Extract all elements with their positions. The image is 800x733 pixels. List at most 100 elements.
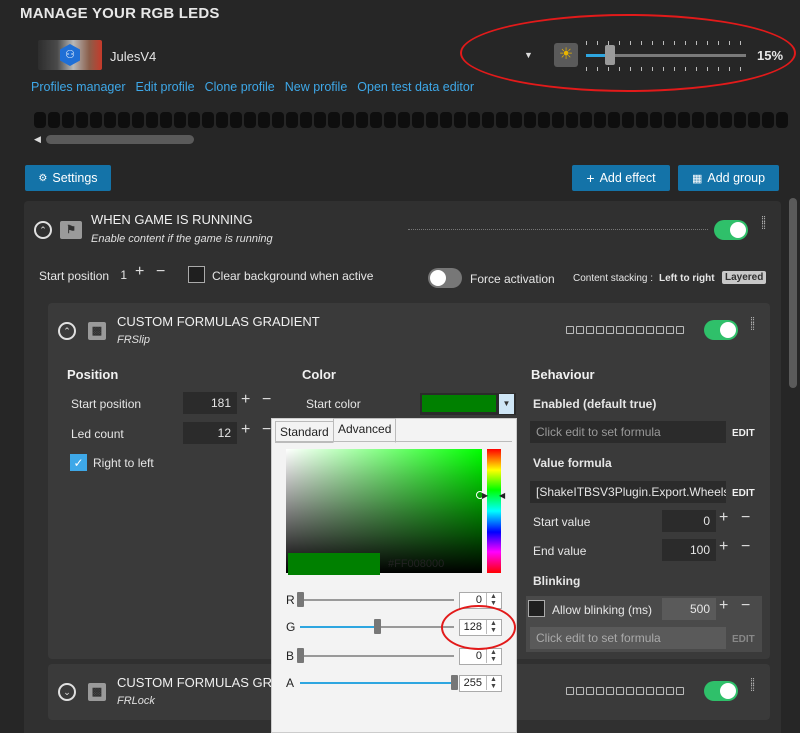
led-indicator bbox=[676, 326, 684, 334]
led-indicator bbox=[636, 687, 644, 695]
enabled-formula-label: Enabled (default true) bbox=[533, 397, 657, 411]
led-cell bbox=[370, 112, 382, 128]
tab-advanced[interactable]: Advanced bbox=[333, 418, 397, 443]
profile-name[interactable]: JulesV4 bbox=[110, 49, 156, 64]
led-indicator bbox=[596, 687, 604, 695]
end-value-label: End value bbox=[533, 544, 587, 558]
profiles-manager-link[interactable]: Profiles manager bbox=[31, 80, 126, 94]
led-indicator bbox=[626, 687, 634, 695]
led-cell bbox=[342, 112, 354, 128]
group-icon: ▦ bbox=[691, 172, 703, 185]
vertical-scrollbar[interactable] bbox=[789, 198, 797, 388]
channel-slider-track-b[interactable] bbox=[300, 655, 454, 657]
enabled-formula-input[interactable]: Click edit to set formula bbox=[530, 421, 726, 443]
led-cell bbox=[678, 112, 690, 128]
hue-slider[interactable] bbox=[487, 449, 501, 573]
scroll-left-arrow-icon[interactable]: ◀ bbox=[34, 134, 41, 145]
enabled-edit-button[interactable]: EDIT bbox=[732, 428, 755, 439]
clone-profile-link[interactable]: Clone profile bbox=[205, 80, 275, 94]
decrement-icon[interactable]: − bbox=[741, 597, 750, 615]
start-value-input[interactable]: 0 bbox=[662, 510, 716, 532]
add-effect-button[interactable]: + Add effect bbox=[572, 165, 670, 191]
content-stacking-label: Content stacking : bbox=[573, 273, 654, 284]
blinking-ms-input[interactable]: 500 bbox=[662, 598, 716, 620]
blinking-header: Blinking bbox=[533, 574, 581, 588]
group-enabled-toggle[interactable] bbox=[714, 220, 748, 240]
collapse-group-chevron-icon[interactable]: ⌃ bbox=[34, 221, 52, 239]
add-group-button[interactable]: ▦ Add group bbox=[678, 165, 779, 191]
layered-badge[interactable]: Layered bbox=[722, 271, 767, 284]
start-value-label: Start value bbox=[533, 515, 591, 529]
led-cell bbox=[118, 112, 130, 128]
edit-profile-link[interactable]: Edit profile bbox=[136, 80, 195, 94]
right-to-left-checkbox[interactable]: ✓ bbox=[70, 454, 87, 471]
spinner-arrows-icon[interactable]: ▲ ▼ bbox=[486, 649, 500, 663]
led-cell bbox=[552, 112, 564, 128]
channel-slider-thumb-r[interactable] bbox=[297, 592, 304, 607]
collapse-effect-chevron-icon[interactable]: ⌃ bbox=[58, 322, 76, 340]
decrement-icon[interactable]: − bbox=[156, 263, 165, 281]
channel-slider-track-r[interactable] bbox=[300, 599, 454, 601]
open-test-data-editor-link[interactable]: Open test data editor bbox=[357, 80, 474, 94]
tab-standard[interactable]: Standard bbox=[275, 421, 334, 443]
drag-handle-icon[interactable]: ⁞⁞ ⁞⁞ bbox=[761, 216, 766, 232]
drag-handle-icon[interactable]: ⁞⁞ ⁞⁞ bbox=[750, 317, 755, 333]
led-cell bbox=[384, 112, 396, 128]
position-header: Position bbox=[67, 367, 119, 382]
effect-enabled-toggle[interactable] bbox=[704, 320, 738, 340]
led-cell bbox=[188, 112, 200, 128]
led-strip-scrollbar[interactable] bbox=[46, 135, 194, 144]
increment-icon[interactable]: + bbox=[719, 597, 728, 615]
start-color-dropdown[interactable]: ▼ bbox=[420, 393, 516, 415]
hex-value[interactable]: #FF008000 bbox=[388, 558, 444, 570]
led-indicator bbox=[646, 687, 654, 695]
increment-icon[interactable]: + bbox=[241, 421, 250, 439]
decrement-icon[interactable]: − bbox=[262, 391, 271, 409]
end-value-input[interactable]: 100 bbox=[662, 539, 716, 561]
clear-background-label: Clear background when active bbox=[212, 269, 374, 283]
chevron-down-icon[interactable]: ▼ bbox=[499, 394, 514, 414]
profile-links: Profiles manager Edit profile Clone prof… bbox=[31, 80, 474, 94]
led-cell bbox=[398, 112, 410, 128]
content-stacking-value[interactable]: Left to right bbox=[659, 273, 715, 284]
led-cell bbox=[524, 112, 536, 128]
clear-background-checkbox[interactable] bbox=[188, 266, 205, 283]
expand-effect-chevron-icon[interactable]: ⌄ bbox=[58, 683, 76, 701]
force-activation-toggle[interactable] bbox=[428, 268, 462, 288]
led-cell bbox=[538, 112, 550, 128]
led-cell bbox=[636, 112, 648, 128]
led-cell bbox=[650, 112, 662, 128]
channel-slider-thumb-a[interactable] bbox=[451, 675, 458, 690]
led-cell bbox=[664, 112, 676, 128]
channel-label-g: G bbox=[286, 620, 296, 634]
settings-gear-icon: ⚙ bbox=[38, 172, 48, 184]
channel-slider-thumb-g[interactable] bbox=[374, 619, 381, 634]
led-cell bbox=[272, 112, 284, 128]
increment-icon[interactable]: + bbox=[135, 263, 144, 281]
settings-button[interactable]: ⚙ Settings bbox=[25, 165, 111, 191]
decrement-icon[interactable]: − bbox=[262, 421, 271, 439]
channel-slider-thumb-b[interactable] bbox=[297, 648, 304, 663]
start-position-input[interactable]: 181 bbox=[183, 392, 237, 414]
group-start-position-value[interactable]: 1 bbox=[113, 264, 133, 286]
decrement-icon[interactable]: − bbox=[741, 538, 750, 556]
decrement-icon[interactable]: − bbox=[741, 509, 750, 527]
increment-icon[interactable]: + bbox=[241, 391, 250, 409]
spinner-arrows-icon[interactable]: ▲ ▼ bbox=[486, 676, 500, 690]
allow-blinking-checkbox[interactable] bbox=[528, 600, 545, 617]
group-title: WHEN GAME IS RUNNING bbox=[91, 212, 253, 227]
blinking-formula-input[interactable]: Click edit to set formula bbox=[530, 627, 726, 649]
value-formula-edit-button[interactable]: EDIT bbox=[732, 488, 755, 499]
effect2-enabled-toggle[interactable] bbox=[704, 681, 738, 701]
led-indicator bbox=[586, 326, 594, 334]
led-count-input[interactable]: 12 bbox=[183, 422, 237, 444]
led-cell bbox=[762, 112, 774, 128]
drag-handle-icon[interactable]: ⁞⁞ ⁞⁞ bbox=[750, 678, 755, 694]
blinking-edit-button[interactable]: EDIT bbox=[732, 634, 755, 645]
hue-right-arrow-icon: ◀ bbox=[499, 491, 506, 500]
new-profile-link[interactable]: New profile bbox=[285, 80, 348, 94]
behaviour-header: Behaviour bbox=[531, 367, 595, 382]
value-formula-input[interactable]: [ShakeITBSV3Plugin.Export.WheelsSl bbox=[530, 481, 726, 503]
increment-icon[interactable]: + bbox=[719, 538, 728, 556]
increment-icon[interactable]: + bbox=[719, 509, 728, 527]
